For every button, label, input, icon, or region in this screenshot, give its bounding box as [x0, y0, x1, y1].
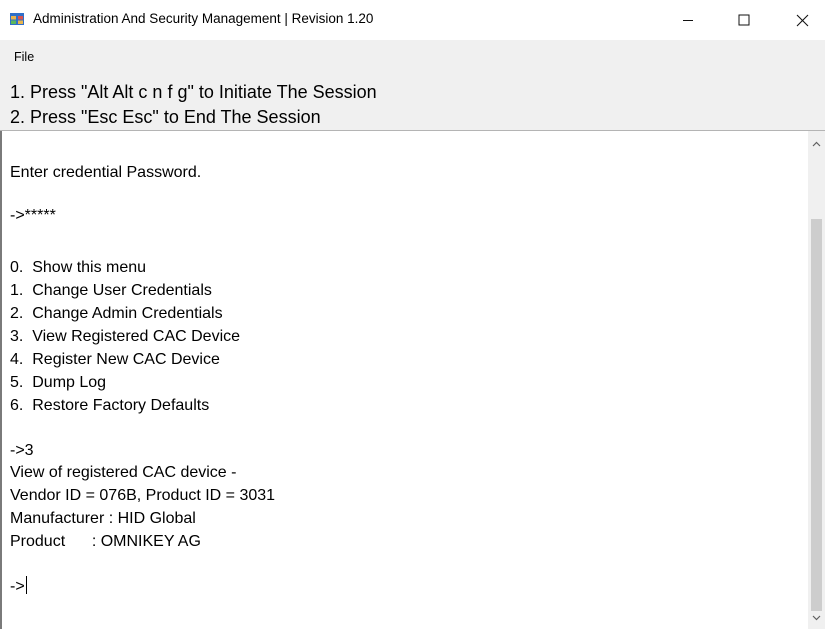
menu-option-5: 5. Dump Log	[10, 374, 107, 391]
maximize-icon	[738, 14, 750, 26]
chevron-up-icon	[812, 141, 821, 147]
console-line-device-header: View of registered CAC device -	[10, 464, 237, 481]
title-bar[interactable]: Administration And Security Management |…	[0, 0, 825, 40]
instruction-initiate-session: 1. Press "Alt Alt c n f g" to Initiate T…	[10, 82, 377, 102]
scroll-down-button[interactable]	[812, 613, 821, 623]
menu-option-1: 1. Change User Credentials	[10, 282, 212, 299]
console-input-prompt: ->	[10, 578, 25, 595]
instructions-panel: 1. Press "Alt Alt c n f g" to Initiate T…	[0, 70, 825, 131]
maximize-button[interactable]	[721, 0, 767, 40]
console-line-selection: ->3	[10, 442, 34, 459]
app-window-icon	[10, 13, 24, 25]
chevron-down-icon	[812, 615, 821, 621]
scroll-thumb[interactable]	[811, 219, 822, 611]
console-line-prompt: Enter credential Password.	[10, 164, 202, 181]
console-line-vendor-product-id: Vendor ID = 076B, Product ID = 3031	[10, 487, 276, 504]
console-line-password: ->*****	[10, 207, 56, 224]
scroll-up-button[interactable]	[812, 139, 821, 149]
console-line-product: Product : OMNIKEY AG	[10, 533, 201, 550]
menu-file[interactable]: File	[8, 49, 40, 65]
minimize-button[interactable]	[665, 0, 711, 40]
console-input-line[interactable]: ->	[10, 576, 27, 597]
close-button[interactable]	[779, 0, 825, 40]
menu-option-6: 6. Restore Factory Defaults	[10, 397, 210, 414]
menu-bar: File	[0, 40, 825, 70]
menu-option-0: 0. Show this menu	[10, 259, 147, 276]
instruction-end-session: 2. Press "Esc Esc" to End The Session	[10, 107, 321, 127]
window-title: Administration And Security Management |…	[33, 11, 374, 26]
close-icon	[796, 14, 808, 26]
vertical-scrollbar[interactable]	[808, 131, 825, 629]
console-line-manufacturer: Manufacturer : HID Global	[10, 510, 196, 527]
menu-option-2: 2. Change Admin Credentials	[10, 305, 223, 322]
menu-option-4: 4. Register New CAC Device	[10, 351, 220, 368]
menu-option-3: 3. View Registered CAC Device	[10, 328, 241, 345]
console-output[interactable]: Enter credential Password. ->***** 0. Sh…	[0, 131, 808, 629]
minimize-icon	[683, 20, 693, 21]
text-caret	[25, 576, 27, 594]
